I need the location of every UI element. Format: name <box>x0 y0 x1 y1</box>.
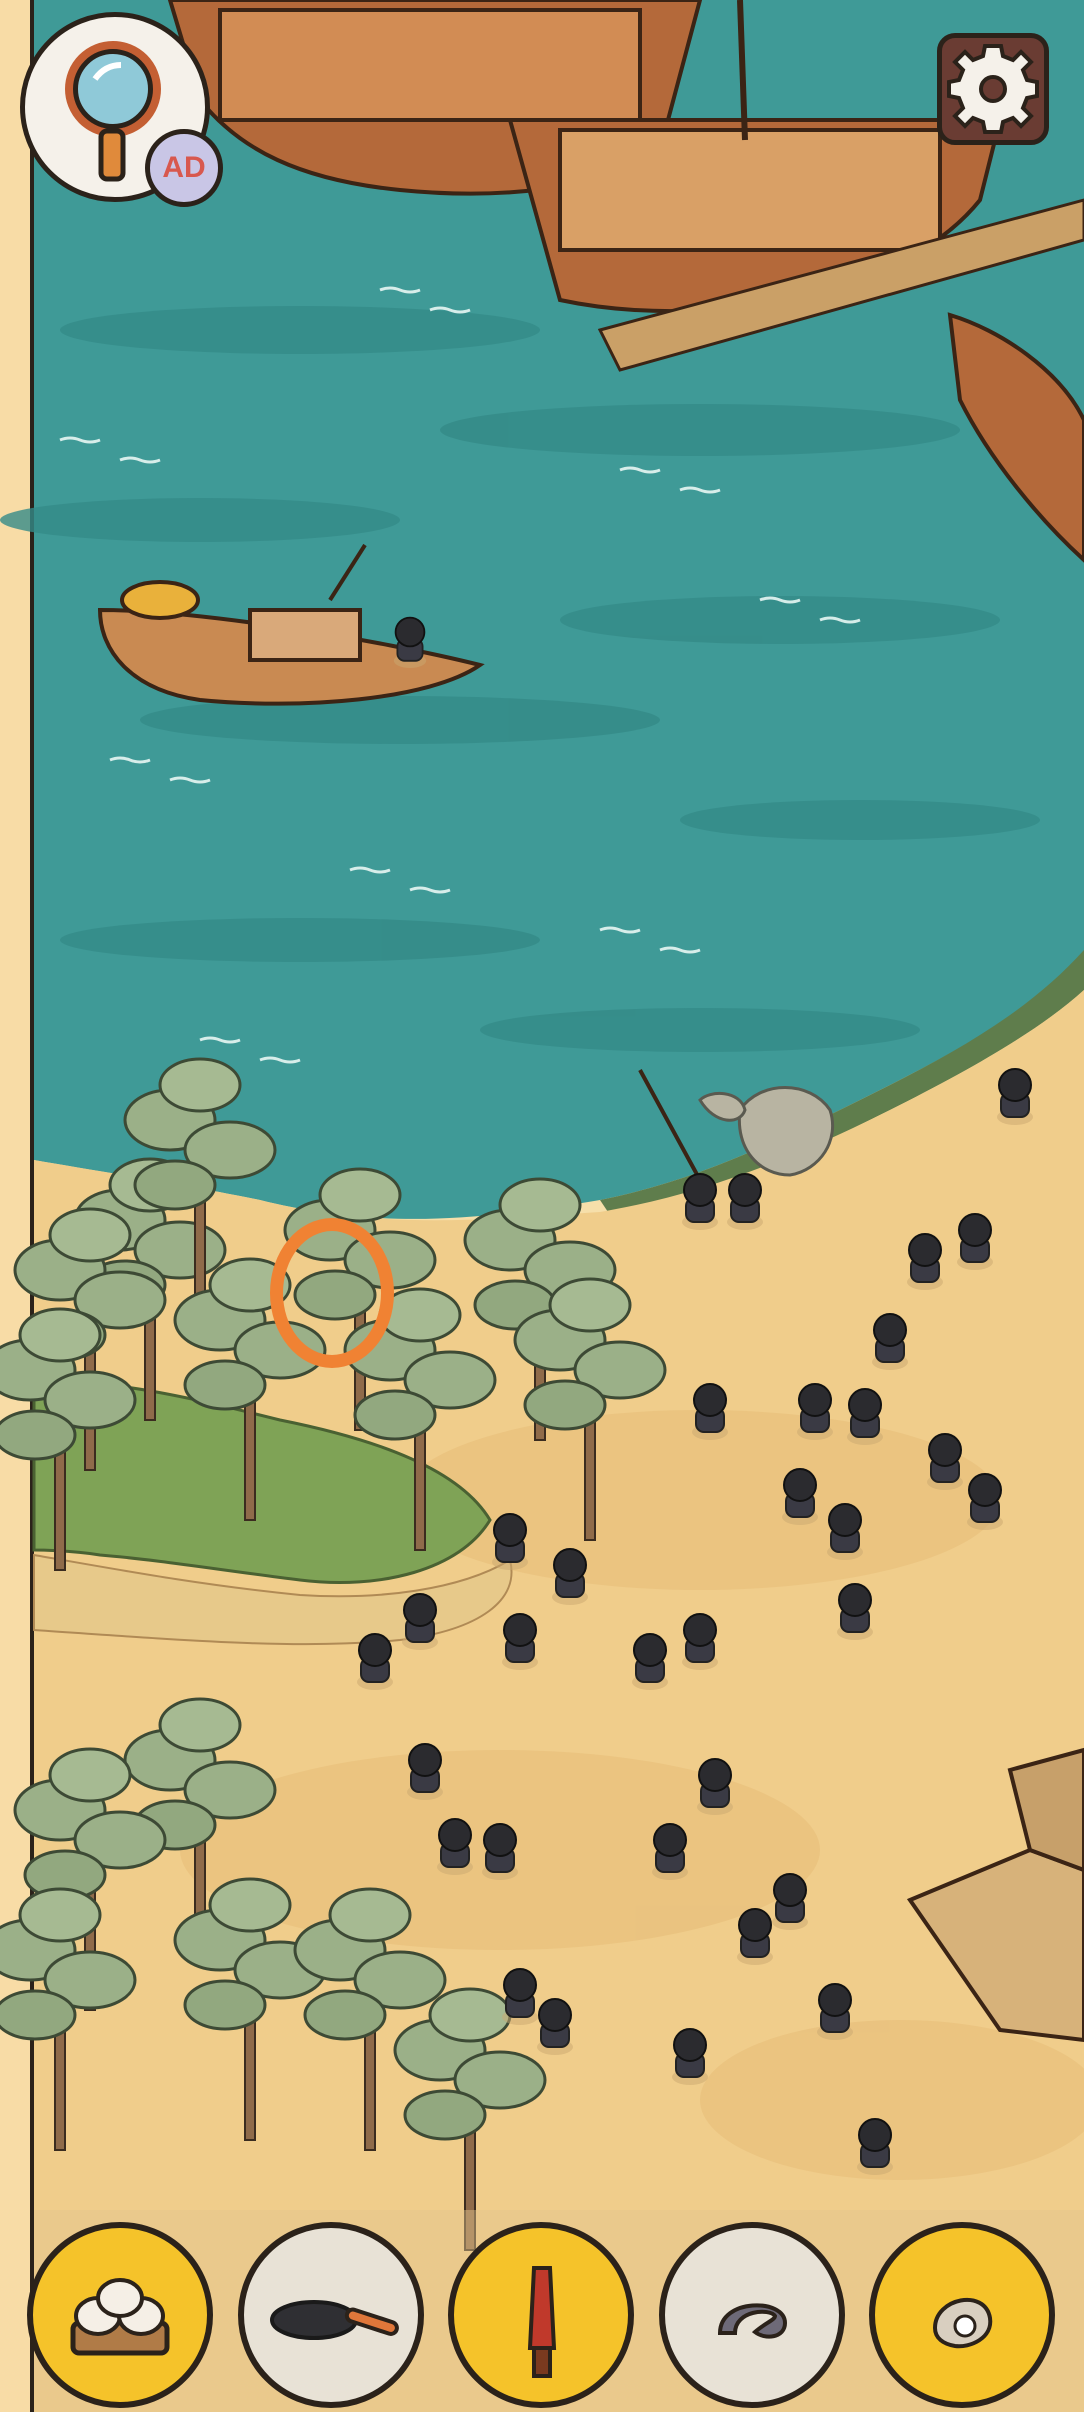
horseshoe-icon <box>717 2303 788 2339</box>
steamed-buns-icon <box>70 2278 170 2356</box>
knife-icon <box>527 2266 557 2378</box>
found-item-marker[interactable] <box>270 1218 394 1368</box>
settings-button[interactable] <box>937 33 1049 145</box>
hint-button[interactable]: AD <box>20 12 223 207</box>
frying-pan-icon <box>270 2300 399 2340</box>
target-slot-frying-pan[interactable] <box>238 2222 424 2408</box>
game-scene[interactable] <box>0 0 1084 2412</box>
target-slot-horseshoe[interactable] <box>659 2222 845 2408</box>
target-slot-oyster-pearl[interactable] <box>869 2222 1055 2408</box>
target-slot-knife[interactable] <box>448 2222 634 2408</box>
gear-icon <box>947 44 1039 134</box>
oyster-pearl-icon <box>932 2298 993 2349</box>
target-slot-steamed-buns[interactable] <box>27 2222 213 2408</box>
ad-badge: AD <box>145 129 223 207</box>
